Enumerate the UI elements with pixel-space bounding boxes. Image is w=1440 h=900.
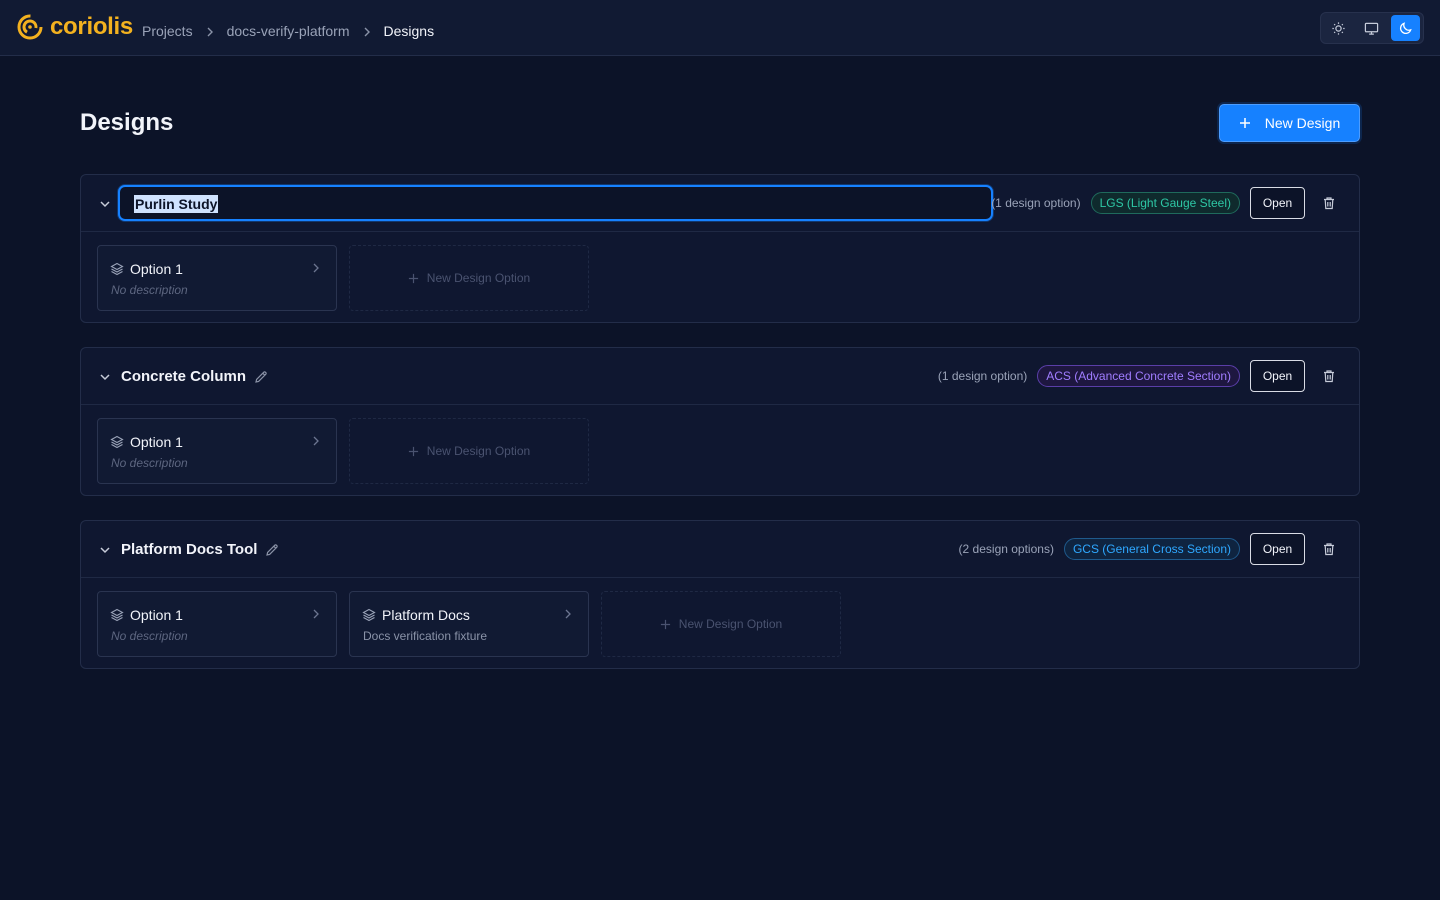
layers-icon (110, 608, 124, 622)
design-option-label: Option 1 (130, 607, 183, 623)
design-card-meta: (2 design options) GCS (General Cross Se… (959, 533, 1341, 565)
top-bar: coriolis Projects docs-verify-platform D… (0, 0, 1440, 56)
design-option-count: (2 design options) (958, 542, 1054, 556)
dark-theme-button[interactable] (1390, 15, 1420, 41)
system-theme-button[interactable] (1357, 15, 1386, 41)
design-card-header: Purlin Study (1 design option) LGS (Ligh… (81, 175, 1359, 232)
delete-design-button[interactable] (1317, 191, 1341, 215)
new-design-option-label: New Design Option (426, 444, 531, 458)
plus-icon (408, 273, 418, 283)
chevron-right-icon (311, 609, 321, 619)
design-name-input-value: Purlin Study (134, 195, 219, 213)
layers-icon (110, 435, 124, 449)
plus-icon (408, 446, 418, 456)
chevron-right-icon (193, 22, 227, 40)
chevron-down-icon[interactable] (99, 371, 111, 383)
layers-icon (110, 262, 124, 276)
trash-icon (1324, 543, 1334, 556)
design-card-meta: (1 design option) ACS (Advanced Concrete… (938, 360, 1341, 392)
new-design-button[interactable]: New Design (1219, 104, 1360, 142)
open-design-button[interactable]: Open (1250, 187, 1305, 219)
light-theme-button[interactable] (1324, 15, 1353, 41)
design-card: Purlin Study (1 design option) LGS (Ligh… (80, 174, 1360, 323)
chevron-right-icon (311, 263, 321, 273)
design-name: Platform Docs Tool (121, 541, 279, 559)
trash-icon (1324, 197, 1334, 210)
sun-icon (1332, 21, 1345, 35)
design-card-header: Concrete Column (1 design option) ACS (A… (81, 348, 1359, 405)
open-design-button[interactable]: Open (1250, 533, 1305, 565)
breadcrumb-projects[interactable]: Projects (142, 22, 193, 40)
design-option-label: Platform Docs (382, 607, 470, 623)
design-option-card[interactable]: Option 1 No description (97, 245, 337, 311)
page-title: Designs (80, 109, 174, 136)
new-design-option-button[interactable]: New Design Option (349, 418, 589, 484)
delete-design-button[interactable] (1317, 364, 1341, 388)
plus-icon (660, 619, 670, 629)
design-option-card[interactable]: Platform Docs Docs verification fixture (349, 591, 589, 657)
plus-icon (1239, 118, 1250, 128)
design-card-meta: (1 design option) LGS (Light Gauge Steel… (991, 187, 1341, 219)
new-design-option-label: New Design Option (678, 617, 783, 631)
new-design-option-label: New Design Option (426, 271, 531, 285)
design-option-description: No description (111, 283, 188, 297)
design-type-badge: LGS (Light Gauge Steel) (1090, 192, 1240, 214)
design-type-badge: GCS (General Cross Section) (1063, 538, 1240, 560)
coriolis-logo-icon (17, 14, 43, 40)
design-option-title: Option 1 (110, 434, 183, 450)
theme-switcher (1320, 12, 1424, 44)
breadcrumb-designs: Designs (383, 23, 435, 39)
open-design-button[interactable]: Open (1250, 360, 1305, 392)
design-option-title: Option 1 (110, 261, 183, 277)
chevron-right-icon (563, 609, 573, 619)
chevron-down-icon[interactable] (99, 544, 111, 556)
chevron-right-icon (350, 22, 384, 40)
breadcrumb-project[interactable]: docs-verify-platform (227, 22, 350, 40)
moon-icon (1399, 21, 1412, 34)
breadcrumb: Projects docs-verify-platform Designs (142, 22, 434, 40)
design-name: Concrete Column (121, 368, 268, 386)
design-card: Platform Docs Tool (2 design options) GC… (80, 520, 1360, 669)
design-name-input[interactable]: Purlin Study (118, 185, 993, 221)
design-option-description: No description (111, 456, 188, 470)
design-option-description: Docs verification fixture (363, 629, 488, 643)
pencil-icon[interactable] (265, 543, 279, 557)
design-name-text: Concrete Column (121, 368, 247, 385)
design-option-title: Option 1 (110, 607, 183, 623)
design-option-card[interactable]: Option 1 No description (97, 591, 337, 657)
monitor-icon (1365, 22, 1379, 35)
delete-design-button[interactable] (1317, 537, 1341, 561)
pencil-icon[interactable] (254, 370, 268, 384)
design-name-text: Platform Docs Tool (121, 541, 258, 558)
design-option-label: Option 1 (130, 261, 183, 277)
new-design-label: New Design (1264, 115, 1341, 131)
new-design-option-button[interactable]: New Design Option (601, 591, 841, 657)
design-option-count: (1 design option) (991, 196, 1081, 210)
trash-icon (1324, 370, 1334, 383)
design-option-label: Option 1 (130, 434, 183, 450)
logo-text: coriolis (50, 13, 133, 40)
chevron-right-icon (311, 436, 321, 446)
new-design-option-button[interactable]: New Design Option (349, 245, 589, 311)
design-card: Concrete Column (1 design option) ACS (A… (80, 347, 1360, 496)
design-card-header: Platform Docs Tool (2 design options) GC… (81, 521, 1359, 578)
layers-icon (362, 608, 376, 622)
design-option-title: Platform Docs (362, 607, 470, 623)
design-option-count: (1 design option) (937, 369, 1028, 383)
design-option-card[interactable]: Option 1 No description (97, 418, 337, 484)
design-option-description: No description (111, 629, 188, 643)
app-logo[interactable]: coriolis (16, 13, 133, 41)
design-type-badge: ACS (Advanced Concrete Section) (1037, 365, 1240, 387)
chevron-down-icon[interactable] (99, 198, 111, 210)
